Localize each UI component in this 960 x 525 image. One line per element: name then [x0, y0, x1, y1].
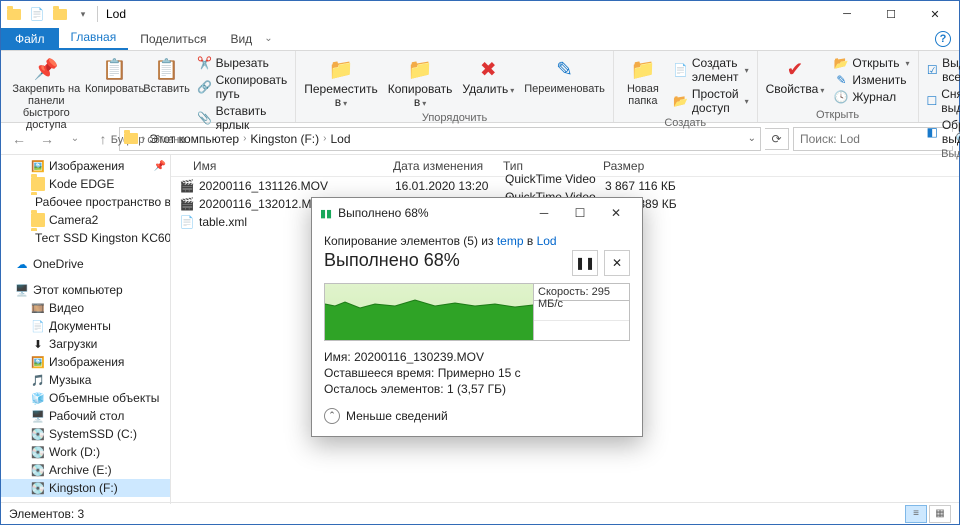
window-title: Lod [106, 7, 126, 21]
tab-home[interactable]: Главная [59, 26, 129, 50]
tree-desktop[interactable]: 🖥️Рабочий стол [1, 407, 170, 425]
view-details-button[interactable]: ≡ [905, 505, 927, 523]
video-file-icon: 🎬 [179, 178, 195, 194]
dialog-title: Выполнено 68% [338, 206, 429, 220]
chevron-up-icon: ⌃ [324, 408, 340, 424]
paste-shortcut-button[interactable]: 📎Вставить ярлык [194, 103, 292, 133]
tree-pictures-q[interactable]: 🖼️Изображения📌 [1, 157, 170, 175]
refresh-button[interactable]: ⟳ [765, 128, 789, 150]
tree-video[interactable]: 🎞️Видео [1, 299, 170, 317]
ribbon-tabs: Файл Главная Поделиться Вид ⌄ ? [1, 27, 959, 51]
ribbon-collapse-icon[interactable]: ⌄ [264, 33, 272, 44]
invert-selection-button[interactable]: ◧Обратить выделение [923, 117, 960, 147]
dialog-details: Имя: 20200116_130239.MOV Оставшееся врем… [324, 349, 630, 398]
select-all-button[interactable]: ☑Выделить все [923, 55, 960, 85]
fewer-details-button[interactable]: ⌃ Меньше сведений [324, 408, 630, 424]
source-link[interactable]: temp [497, 234, 524, 248]
col-size[interactable]: Размер [603, 159, 703, 173]
dialog-maximize-button[interactable]: ☐ [562, 199, 598, 227]
organize-group-label: Упорядочить [300, 111, 609, 125]
video-file-icon: 🎬 [179, 196, 195, 212]
tree-pictures[interactable]: 🖼️Изображения [1, 353, 170, 371]
ribbon: 📌Закрепить на панелибыстрого доступа 📋Ко… [1, 51, 959, 123]
tab-share[interactable]: Поделиться [128, 28, 218, 50]
tree-kode[interactable]: Kode EDGE [1, 175, 170, 193]
cut-button[interactable]: ✂️Вырезать [194, 55, 292, 71]
paste-button[interactable]: 📋Вставить [142, 53, 192, 97]
tree-onedrive[interactable]: ☁OneDrive [1, 255, 170, 273]
address-folder-icon [124, 133, 138, 144]
speed-value: Скорость: 295 МБ/с [534, 284, 629, 301]
tree-archive[interactable]: 💽Archive (E:) [1, 461, 170, 479]
tree-workspace[interactable]: Рабочее пространство в O [1, 193, 170, 211]
open-button[interactable]: 📂Открыть▾ [830, 55, 913, 71]
open-group-label: Открыть [762, 108, 914, 122]
copy-button[interactable]: 📋Копировать [90, 53, 140, 97]
speed-graph: Скорость: 295 МБ/с [324, 283, 630, 341]
tab-view[interactable]: Вид [218, 28, 264, 50]
edit-button[interactable]: ✎Изменить [830, 72, 913, 88]
dialog-action-text: Копирование элементов (5) из temp в Lod [324, 234, 630, 248]
rename-button[interactable]: ✎Переименовать [520, 53, 609, 97]
xml-file-icon: 📄 [179, 214, 195, 230]
qat-new-folder-icon[interactable] [49, 3, 71, 25]
new-folder-button[interactable]: 📁Новаяпапка [618, 53, 668, 109]
clipboard-group-label: Буфер обмена [5, 133, 291, 147]
navigation-tree[interactable]: 🖼️Изображения📌 Kode EDGE Рабочее простра… [1, 155, 171, 504]
col-type[interactable]: Тип [503, 159, 603, 173]
qat-dropdown-icon[interactable]: ▾ [72, 3, 94, 25]
tree-downloads[interactable]: ⬇Загрузки [1, 335, 170, 353]
col-date[interactable]: Дата изменения [393, 159, 503, 173]
dialog-minimize-button[interactable]: ─ [526, 199, 562, 227]
dialog-icon: ▮▮ [320, 207, 332, 220]
new-group-label: Создать [618, 116, 753, 130]
minimize-button[interactable]: ─ [825, 1, 869, 27]
quick-access-toolbar: 📄 ▾ [3, 3, 100, 25]
item-count: Элементов: 3 [9, 507, 84, 521]
delete-button[interactable]: ✖Удалить▾ [458, 53, 518, 98]
tree-ssdtest[interactable]: Тест SSD Kingston KC600 [1, 229, 170, 247]
copy-progress-dialog: ▮▮ Выполнено 68% ─ ☐ ✕ Копирование элеме… [311, 197, 643, 437]
copy-to-button[interactable]: 📁Копироватьв▾ [384, 53, 457, 111]
view-thumbnails-button[interactable]: ▦ [929, 505, 951, 523]
tree-objects[interactable]: 🧊Объемные объекты [1, 389, 170, 407]
tree-kingston[interactable]: 💽Kingston (F:) [1, 479, 170, 497]
tree-music[interactable]: 🎵Музыка [1, 371, 170, 389]
status-bar: Элементов: 3 ≡ ▦ [1, 502, 959, 524]
tree-systemssd[interactable]: 💽SystemSSD (C:) [1, 425, 170, 443]
dialog-close-button[interactable]: ✕ [598, 199, 634, 227]
copy-path-button[interactable]: 🔗Скопировать путь [194, 72, 292, 102]
crumb-folder[interactable]: Lod [330, 132, 350, 146]
qat-properties-icon[interactable]: 📄 [26, 3, 48, 25]
title-bar: 📄 ▾ Lod ─ ☐ ✕ [1, 1, 959, 27]
move-to-button[interactable]: 📁Переместитьв▾ [300, 53, 382, 111]
close-button[interactable]: ✕ [913, 1, 957, 27]
pause-button[interactable]: ❚❚ [572, 250, 598, 276]
folder-icon [3, 3, 25, 25]
select-none-button[interactable]: ☐Снять выделение [923, 86, 960, 116]
easy-access-button[interactable]: 📂Простой доступ▾ [670, 86, 753, 116]
history-button[interactable]: 🕓Журнал [830, 89, 913, 105]
cancel-copy-button[interactable]: ✕ [604, 250, 630, 276]
maximize-button[interactable]: ☐ [869, 1, 913, 27]
new-item-button[interactable]: 📄Создать элемент▾ [670, 55, 753, 85]
help-icon[interactable]: ? [935, 31, 951, 47]
dest-link[interactable]: Lod [537, 234, 557, 248]
pin-quickaccess-button[interactable]: 📌Закрепить на панелибыстрого доступа [5, 53, 88, 133]
tree-work[interactable]: 💽Work (D:) [1, 443, 170, 461]
tree-camera2[interactable]: Camera2 [1, 211, 170, 229]
tab-file[interactable]: Файл [1, 28, 59, 50]
tree-thispc[interactable]: 🖥️Этот компьютер [1, 281, 170, 299]
tree-documents[interactable]: 📄Документы [1, 317, 170, 335]
properties-button[interactable]: ✔Свойства▾ [762, 53, 829, 98]
address-dropdown-icon[interactable]: ⌄ [748, 133, 756, 144]
col-name[interactable]: Имя [193, 159, 393, 173]
